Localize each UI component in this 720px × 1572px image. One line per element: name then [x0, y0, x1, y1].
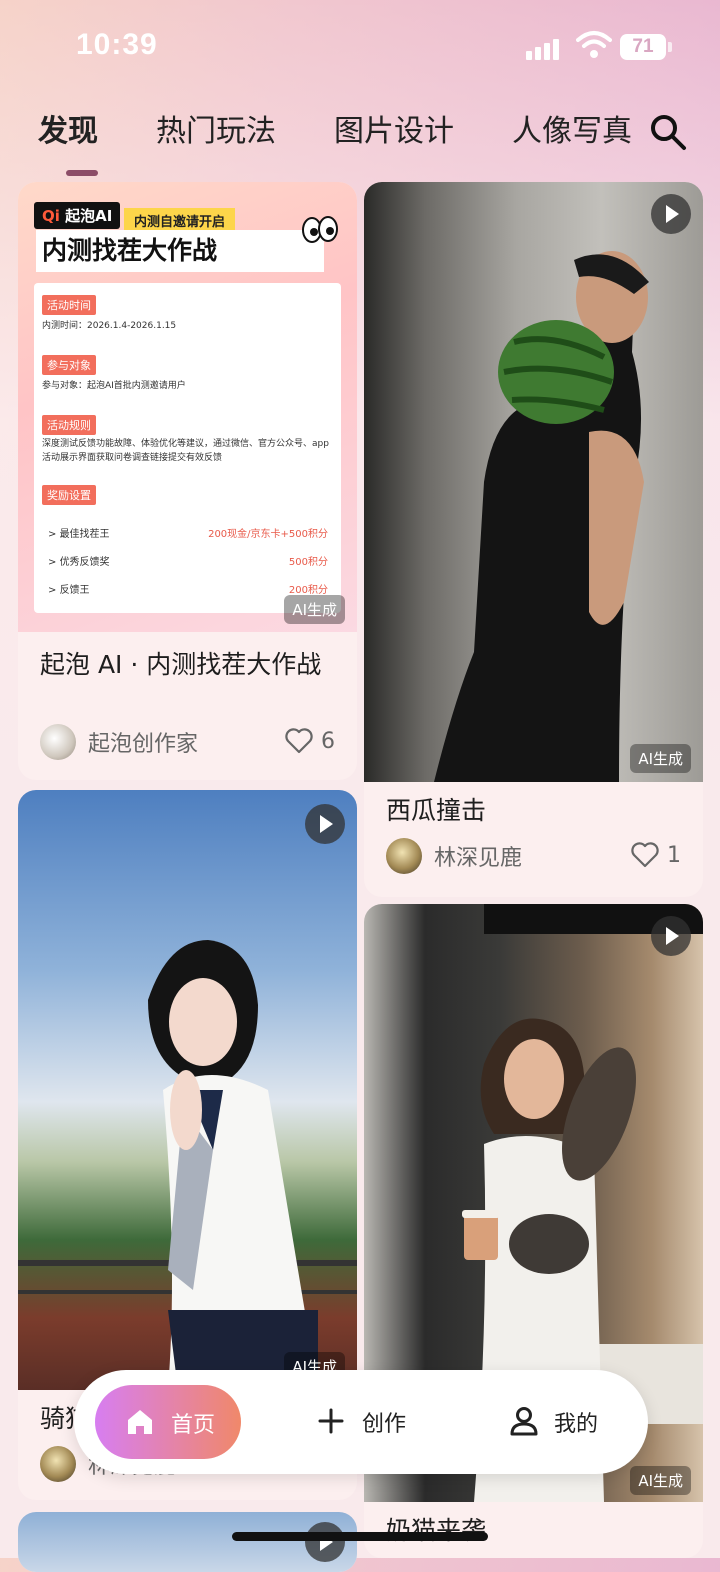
card-title: 西瓜撞击 [386, 796, 487, 825]
tab-portrait[interactable]: 人像写真 [512, 106, 632, 150]
poster-section-rules-text: 深度测试反馈功能故障、体验优化等建议，通过微信、官方公众号、app活动展示界面获… [42, 439, 329, 463]
like-button[interactable]: 6 [285, 728, 335, 754]
status-time: 10:39 [76, 28, 158, 61]
nav-mine-label: 我的 [554, 1412, 599, 1437]
card-title: 奶猫来袭 [386, 1516, 487, 1545]
poster-section-time-text: 内测时间：2026.1.4-2026.1.15 [42, 321, 177, 331]
tab-image-design[interactable]: 图片设计 [334, 106, 454, 150]
avatar [40, 1446, 76, 1482]
feed-card-watermelon[interactable]: AI生成 西瓜撞击 林深见鹿 1 [364, 182, 703, 897]
play-icon[interactable] [651, 916, 691, 956]
girl-silhouette [18, 940, 357, 1390]
active-tab-indicator [66, 170, 98, 176]
ai-generated-badge: AI生成 [630, 744, 691, 773]
poster-section-time: 活动时间 [42, 295, 96, 315]
battery-icon: 71 [620, 34, 666, 60]
reward-row: > 优秀反馈奖 500积分 [48, 557, 328, 568]
author-name: 林深见鹿 [434, 846, 523, 871]
reward-row: > 反馈王 200积分 [48, 585, 328, 596]
signal-icon [526, 36, 566, 60]
reward-row: > 最佳找茬王 200现金/京东卡+500积分 [48, 529, 328, 540]
tab-hot-play[interactable]: 热门玩法 [156, 106, 276, 150]
battery-tip [668, 42, 672, 52]
poster-panel: 活动时间 内测时间：2026.1.4-2026.1.15 参与对象 参与对象：起… [34, 283, 341, 613]
category-tabs: 发现 热门玩法 图片设计 人像写真 [0, 106, 720, 166]
man-silhouette [434, 251, 649, 782]
play-icon[interactable] [651, 194, 691, 234]
nav-home-label: 首页 [171, 1413, 216, 1438]
like-button[interactable]: 1 [631, 842, 681, 868]
poster-image: Qi 起泡AI 内测自邀请开启 内测找茬大作战 活动时间 内测时间：2026.1… [18, 182, 357, 632]
like-count: 6 [321, 728, 335, 754]
card-image-girl: AI生成 [18, 790, 357, 1390]
play-icon[interactable] [305, 804, 345, 844]
card-image-watermelon: AI生成 [364, 182, 703, 782]
nav-create-label: 创作 [362, 1412, 407, 1437]
home-indicator[interactable] [232, 1532, 488, 1541]
nav-home-button[interactable]: 首页 [95, 1385, 241, 1459]
poster-logo: Qi 起泡AI [34, 202, 121, 229]
feed-card-next[interactable] [18, 1512, 357, 1572]
wifi-icon [576, 31, 612, 58]
ai-generated-badge: AI生成 [630, 1466, 691, 1495]
bottom-nav: 首页 创作 我的 [74, 1370, 648, 1474]
poster-section-audience: 参与对象 [42, 355, 96, 375]
avatar [386, 838, 422, 874]
poster-section-rules: 活动规则 [42, 415, 96, 435]
author-name: 起泡创作家 [88, 732, 199, 757]
heart-icon [631, 842, 659, 868]
home-icon [128, 1410, 152, 1434]
avatar [40, 724, 76, 760]
ai-generated-badge: AI生成 [284, 595, 345, 624]
feed-card-poster[interactable]: Qi 起泡AI 内测自邀请开启 内测找茬大作战 活动时间 内测时间：2026.1… [18, 182, 357, 780]
user-icon [510, 1407, 538, 1436]
like-count: 1 [667, 842, 681, 868]
poster-section-rewards: 奖励设置 [42, 485, 96, 505]
poster-title: 内测找茬大作战 [36, 230, 324, 272]
card-title: 起泡 AI · 内测找茬大作战 [40, 650, 322, 679]
card-author[interactable]: 林深见鹿 [386, 838, 522, 874]
tab-discover[interactable]: 发现 [38, 106, 98, 150]
card-author[interactable]: 起泡创作家 [40, 724, 198, 760]
cartoon-eyes-icon [302, 216, 338, 243]
search-icon[interactable] [648, 112, 688, 152]
status-bar: 10:39 71 [0, 0, 720, 95]
plus-icon [318, 1408, 344, 1434]
heart-icon [285, 728, 313, 754]
poster-section-audience-text: 参与对象：起泡AI首批内测邀请用户 [42, 381, 186, 391]
play-icon[interactable] [305, 1522, 345, 1562]
